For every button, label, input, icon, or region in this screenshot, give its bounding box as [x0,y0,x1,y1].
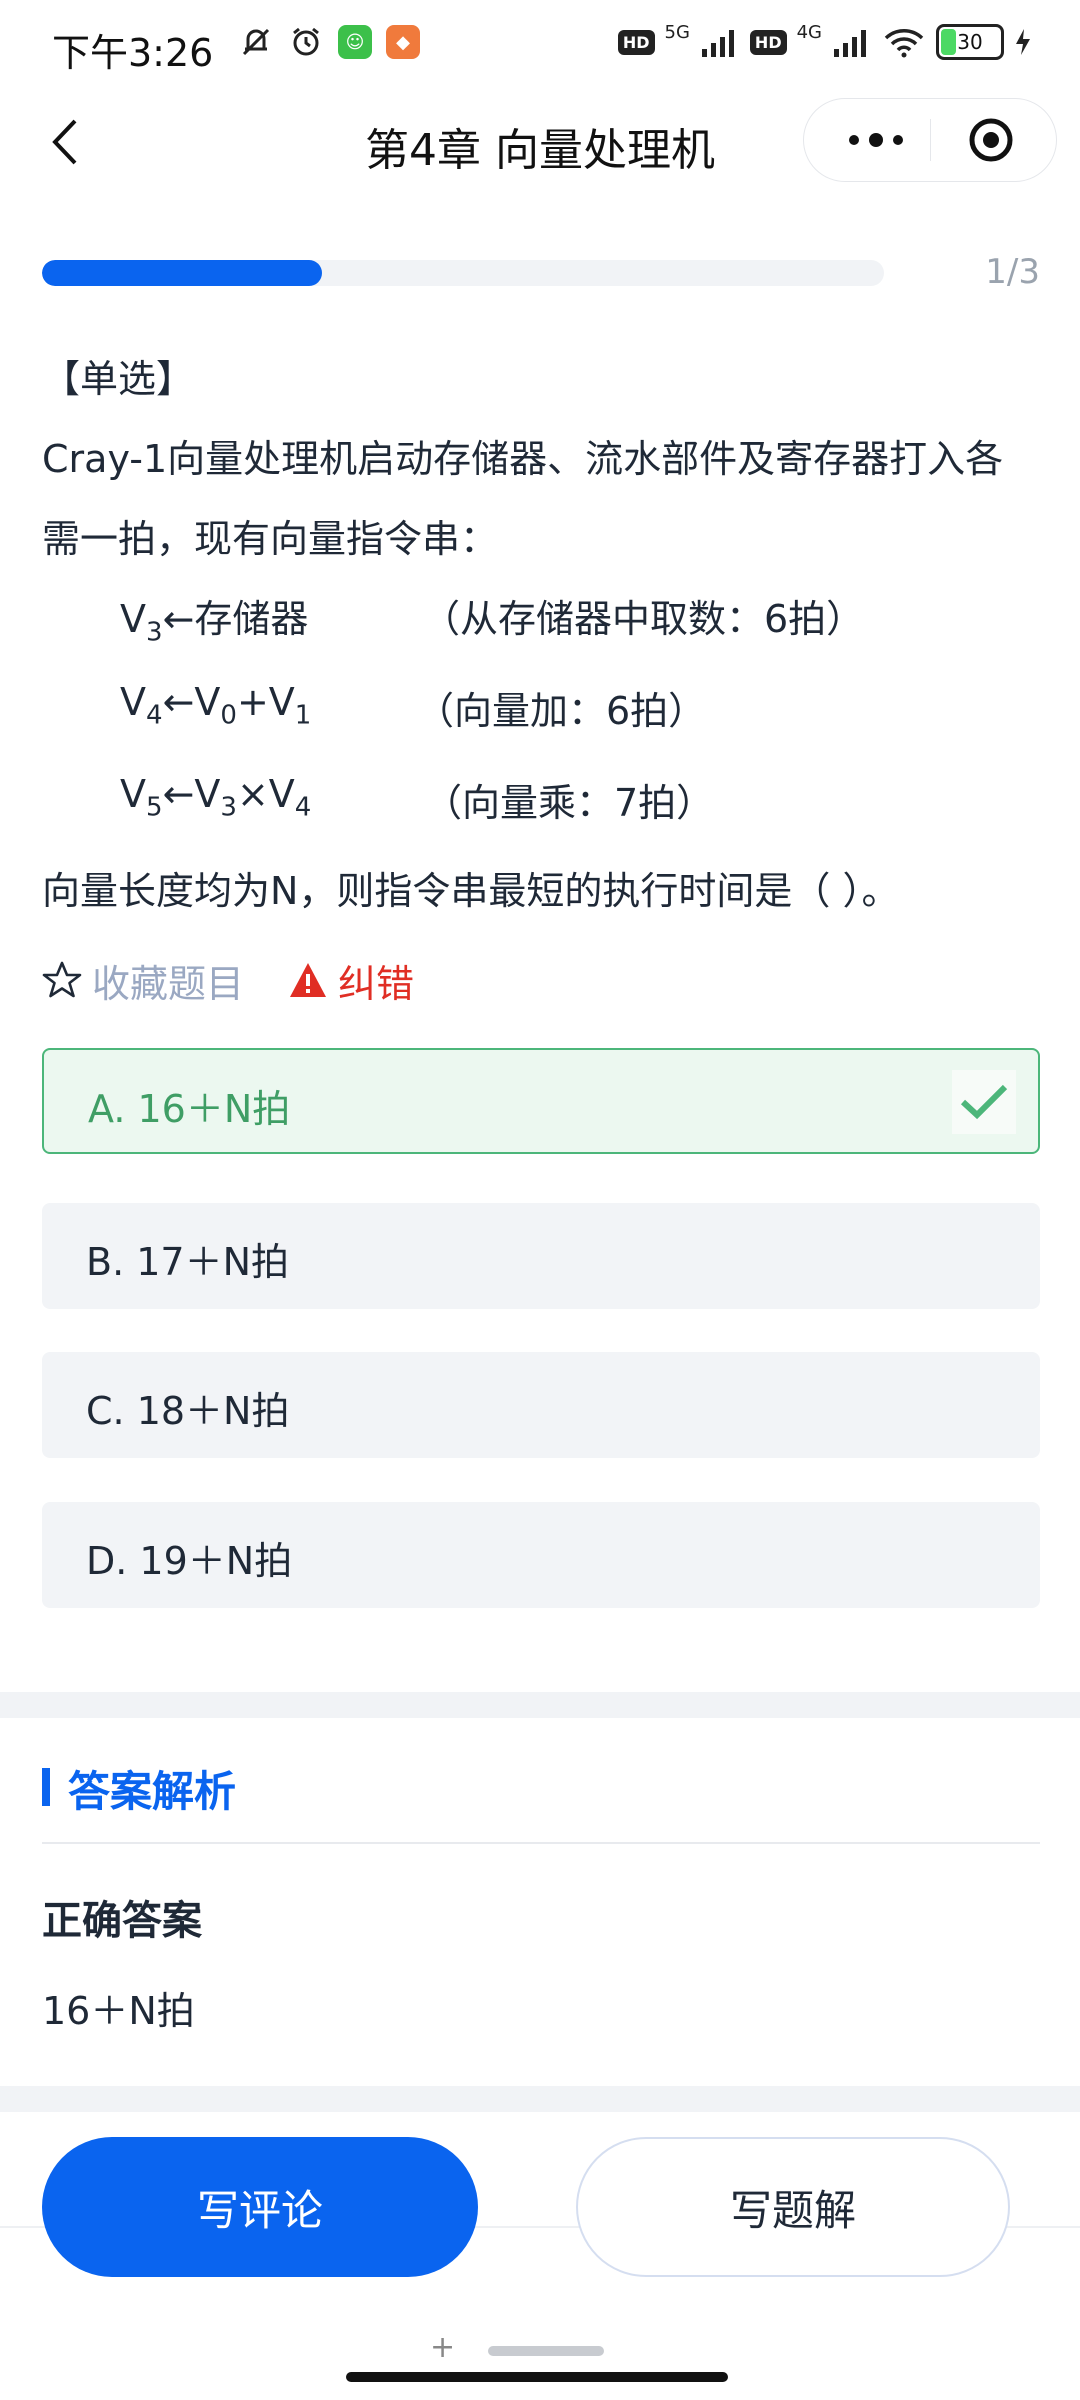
warning-icon [290,963,327,997]
option-a[interactable]: A. 16＋N拍 [42,1048,1040,1154]
report-label: 纠错 [338,961,415,1006]
more-button[interactable] [836,117,916,163]
network-4g-label: 4G [796,21,822,43]
instruction-1-note: （从存储器中取数：6拍） [422,597,865,641]
instruction-2-rhs-a: ←V [162,680,221,724]
progress-bar [42,260,884,286]
instruction-2-note: （向量加：6拍） [416,689,707,733]
option-c-label: C. 18＋N拍 [86,1389,290,1433]
analysis-section-title: 答案解析 [68,1767,237,1816]
option-a-label: A. 16＋N拍 [88,1087,291,1131]
instruction-2: V4←V0+V1 [120,680,311,731]
star-outline-icon [42,961,82,998]
battery-indicator: 30 [936,24,1004,60]
nav-bar: 第4章 向量处理机 [0,92,1080,192]
instruction-3-rhs-b-sub: 4 [294,792,312,823]
mute-icon [238,24,274,60]
option-c[interactable]: C. 18＋N拍 [42,1352,1040,1458]
network-5g-label: 5G [664,21,690,43]
app-root: 下午3:26 ☺ ◆ HD 5G HD 4G 30 第4章 向量处理机 1/3 … [0,0,1080,2400]
check-icon [952,1070,1016,1134]
orange-app-icon: ◆ [386,25,420,59]
write-comment-button[interactable]: 写评论 [42,2137,478,2277]
target-close-icon [969,118,1013,162]
instruction-3-lhs-sub: 5 [146,792,163,823]
progress-fill [42,260,323,286]
section-title-accent [42,1768,50,1806]
home-indicator[interactable] [346,2372,728,2382]
option-b[interactable]: B. 17＋N拍 [42,1203,1040,1309]
battery-text: 30 [957,30,983,54]
alarm-icon [288,24,324,60]
wifi-icon [884,29,924,58]
instruction-3: V5←V3×V4 [120,772,311,823]
instruction-3-note: （向量乘：7拍） [424,781,715,825]
instruction-2-lhs-sub: 4 [146,700,163,731]
instruction-1-lhs: V [120,597,146,641]
instruction-1-lhs-sub: 3 [146,617,163,648]
status-time: 下午3:26 [52,31,214,75]
question-actions: 收藏题目 纠错 [42,952,414,1008]
instruction-2-rhs-b: +V [236,680,295,724]
option-d[interactable]: D. 19＋N拍 [42,1502,1040,1608]
option-b-label: B. 17＋N拍 [86,1240,290,1284]
instruction-1: V3←存储器 [120,588,308,648]
signal-icon-1 [701,30,734,57]
question-line-2: 需一拍，现有向量指令串： [42,517,499,561]
charging-icon [1016,29,1030,55]
report-error-button[interactable]: 纠错 [288,953,414,1008]
answer-value: 16＋N拍 [42,1989,195,2033]
more-dots-icon [849,133,903,147]
question-line-1: Cray-1向量处理机启动存储器、流水部件及寄存器打入各 [42,437,1004,481]
battery-fill [941,29,956,55]
plus-icon: + [430,2330,456,2365]
question-type: 【单选】 [42,357,195,401]
signal-icon-2 [834,30,866,57]
instruction-2-rhs-b-sub: 1 [294,700,312,731]
bottom-separator [0,2086,1080,2112]
analysis-divider [42,1842,1040,1844]
instruction-3-rhs-a: ←V [162,772,221,816]
instruction-2-rhs-a-sub: 0 [220,700,237,731]
section-separator [0,1692,1080,1718]
instruction-3-lhs: V [120,772,146,816]
hd-badge-1: HD [617,29,655,55]
miniprogram-capsule [803,98,1057,182]
partial-tab-indicator [488,2346,604,2356]
status-icons-right: HD 5G HD 4G 30 [617,21,1032,60]
instruction-3-rhs-b: ×V [236,772,295,816]
progress-count: 1/3 [985,252,1040,292]
capsule-divider [930,119,931,161]
hd-badge-2: HD [749,29,787,55]
favorite-button[interactable]: 收藏题目 [42,953,244,1008]
favorite-label: 收藏题目 [92,961,245,1006]
green-app-icon: ☺ [338,25,372,59]
answer-heading: 正确答案 [42,1898,202,1944]
question-ending: 向量长度均为N，则指令串最短的执行时间是（ ）。 [42,869,900,913]
write-solution-button[interactable]: 写题解 [576,2137,1010,2277]
instruction-1-rhs: ←存储器 [162,597,309,641]
option-d-label: D. 19＋N拍 [86,1539,293,1583]
close-miniprogram-button[interactable] [968,117,1014,163]
status-bar: 下午3:26 ☺ ◆ HD 5G HD 4G 30 [0,0,1080,92]
instruction-2-lhs: V [120,680,146,724]
status-icons-left: ☺ ◆ [238,24,420,60]
instruction-3-rhs-a-sub: 3 [220,792,237,823]
